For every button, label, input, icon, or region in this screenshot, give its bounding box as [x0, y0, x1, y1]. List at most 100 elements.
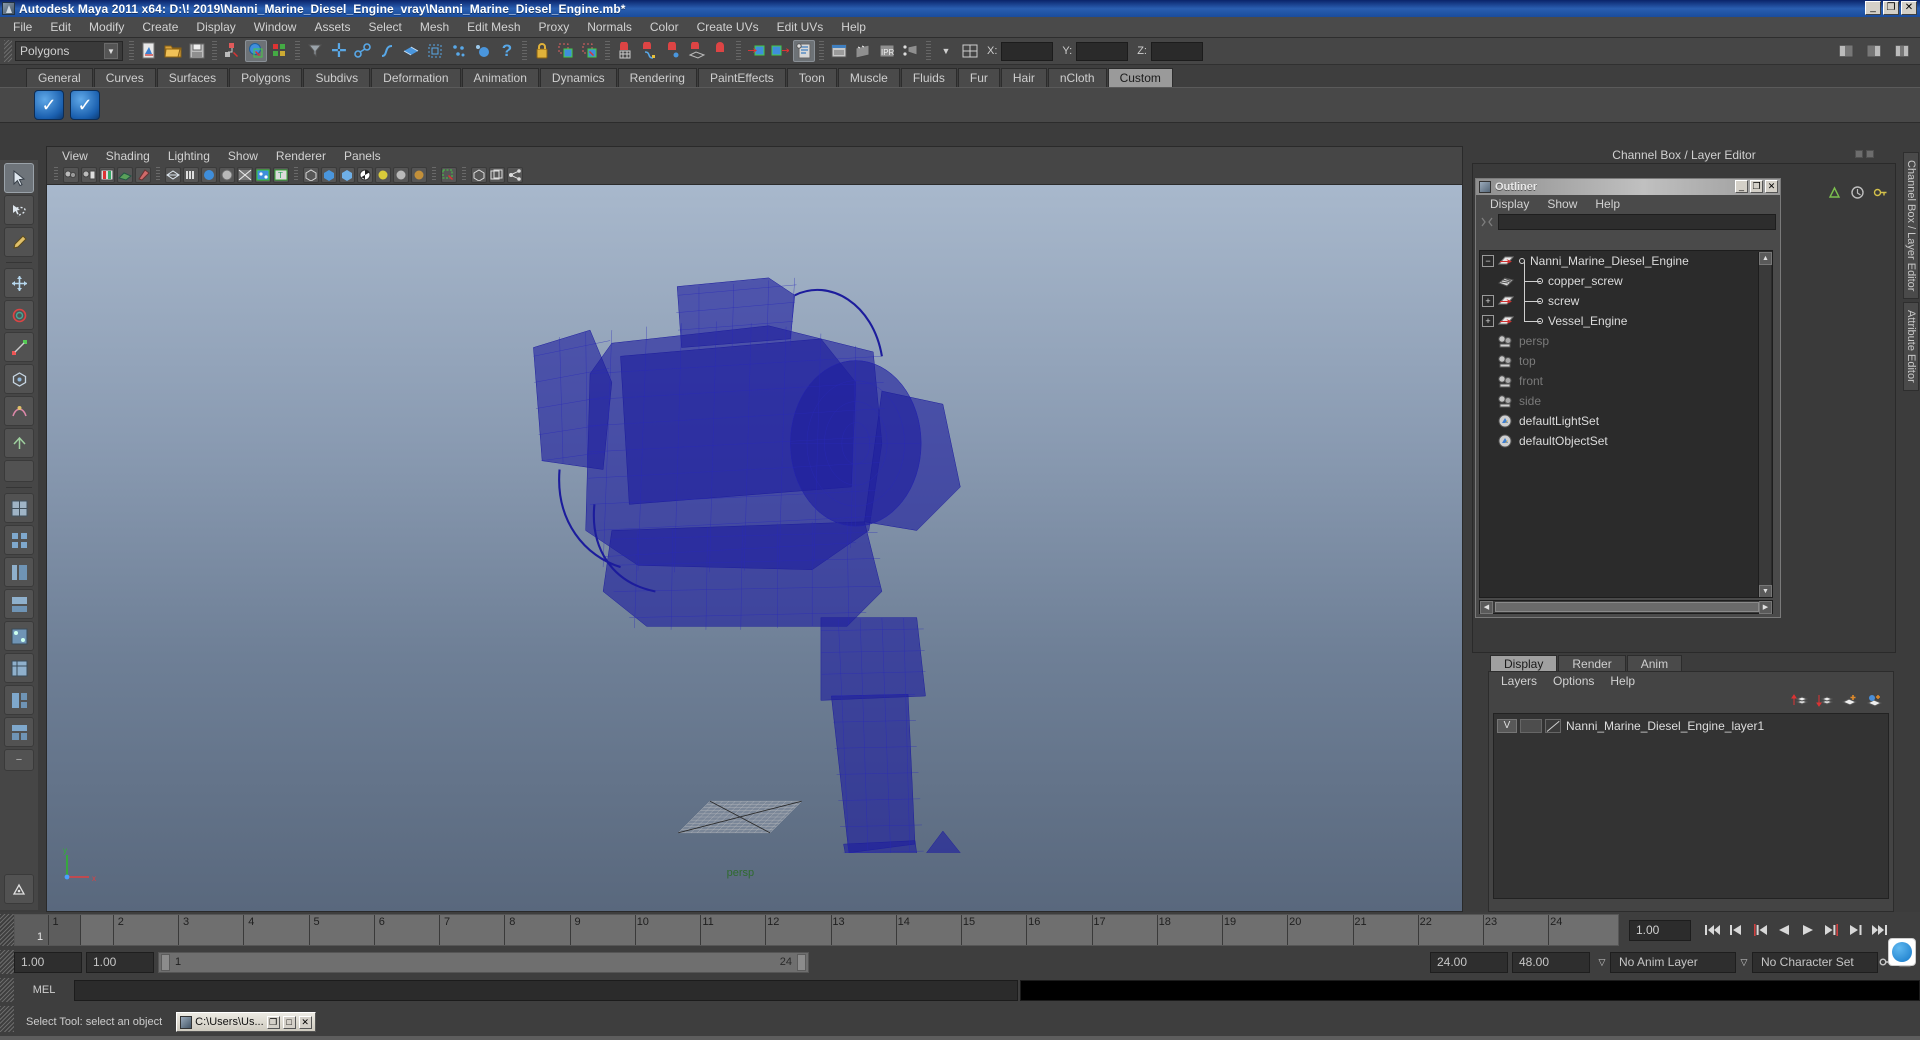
- menu-item-help[interactable]: Help: [832, 18, 875, 36]
- chevron-down-icon[interactable]: ▼: [104, 43, 118, 59]
- menu-item-edit-uvs[interactable]: Edit UVs: [768, 18, 833, 36]
- high-quality-render-icon[interactable]: [357, 166, 373, 183]
- outliner-item-persp[interactable]: persp: [1480, 331, 1758, 351]
- two-d-pan-zoom-icon[interactable]: [117, 166, 133, 183]
- menu-item-edit-mesh[interactable]: Edit Mesh: [458, 18, 529, 36]
- playback-end-field[interactable]: 24.00: [1430, 951, 1508, 973]
- scroll-right-icon[interactable]: ▶: [1759, 600, 1772, 614]
- component-lattice-icon[interactable]: [424, 40, 446, 62]
- snap-to-grid-icon[interactable]: [614, 40, 636, 62]
- layer-list[interactable]: V Nanni_Marine_Diesel_Engine_layer1: [1493, 713, 1889, 899]
- time-slider-grip[interactable]: [0, 914, 14, 946]
- menu-item-select[interactable]: Select: [359, 18, 410, 36]
- menuset-selector[interactable]: Polygons ▼: [15, 41, 123, 61]
- viewport-menu-panels[interactable]: Panels: [335, 149, 390, 163]
- viewport-menu-renderer[interactable]: Renderer: [267, 149, 335, 163]
- lasso-tool-icon[interactable]: [4, 195, 34, 225]
- scroll-down-icon[interactable]: ▼: [1759, 585, 1772, 597]
- select-mask-icon[interactable]: [304, 40, 326, 62]
- component-dynamics-icon[interactable]: [472, 40, 494, 62]
- new-scene-icon[interactable]: [138, 40, 160, 62]
- animation-start-field[interactable]: 1.00: [14, 951, 82, 973]
- show-frame-all-icon[interactable]: [489, 166, 505, 183]
- shelf-tab-ncloth[interactable]: nCloth: [1047, 68, 1107, 87]
- snap-to-point-icon[interactable]: [662, 40, 684, 62]
- select-by-hierarchy-icon[interactable]: [221, 40, 243, 62]
- range-right-handle[interactable]: [797, 953, 806, 971]
- taskbar-close-button[interactable]: ✕: [298, 1015, 312, 1029]
- last-tool-used-icon[interactable]: [4, 460, 34, 482]
- universal-manipulator-icon[interactable]: [4, 364, 34, 394]
- anim-layer-dropdown-icon[interactable]: ▽: [1594, 952, 1610, 972]
- shelf-tab-surfaces[interactable]: Surfaces: [156, 68, 229, 87]
- expand-collapse-icon[interactable]: [1480, 215, 1494, 229]
- shelf-tab-curves[interactable]: Curves: [93, 68, 156, 87]
- viewport-menu-lighting[interactable]: Lighting: [159, 149, 219, 163]
- shelf-tab-animation[interactable]: Animation: [461, 68, 539, 87]
- menu-item-edit[interactable]: Edit: [41, 18, 80, 36]
- highlight-selection-icon[interactable]: [555, 40, 577, 62]
- viewport-canvas[interactable]: persp y x: [47, 185, 1462, 911]
- shelf-tab-hair[interactable]: Hair: [1000, 68, 1047, 87]
- command-language-label[interactable]: MEL: [14, 984, 74, 996]
- shelf-tab-muscle[interactable]: Muscle: [837, 68, 900, 87]
- panel-close-button[interactable]: [1866, 150, 1874, 158]
- close-button[interactable]: ✕: [1901, 1, 1917, 15]
- texture-display-icon[interactable]: [255, 166, 271, 183]
- edge-tab-attribute-editor[interactable]: Attribute Editor: [1903, 302, 1919, 392]
- shelf-check-icon-2[interactable]: ✓: [70, 90, 100, 120]
- play-backwards-icon[interactable]: [1773, 919, 1795, 941]
- snap-to-curve-icon[interactable]: [638, 40, 660, 62]
- select-by-component-type-icon[interactable]: [269, 40, 291, 62]
- scroll-up-icon[interactable]: ▲: [1759, 252, 1772, 265]
- save-scene-icon[interactable]: [186, 40, 208, 62]
- render-current-frame-icon[interactable]: [828, 40, 850, 62]
- outliner-tree[interactable]: − Nanni_Marine_Diesel_Engine copper_screw +…: [1479, 250, 1773, 598]
- animation-end-field[interactable]: 48.00: [1512, 951, 1590, 973]
- input-connections-icon[interactable]: [745, 40, 767, 62]
- share-node-icon[interactable]: [507, 166, 523, 183]
- component-points-icon[interactable]: [352, 40, 374, 62]
- outliner-search-input[interactable]: [1498, 214, 1776, 230]
- step-forward-frame-icon[interactable]: [1821, 919, 1843, 941]
- go-to-start-icon[interactable]: [1701, 919, 1723, 941]
- grease-pencil-icon[interactable]: [135, 166, 151, 183]
- menu-item-create-uvs[interactable]: Create UVs: [688, 18, 768, 36]
- light-yellow-icon[interactable]: [375, 166, 391, 183]
- xray-mode-icon[interactable]: [303, 166, 319, 183]
- show-channel-box-icon[interactable]: [1835, 40, 1857, 62]
- shelf-tab-rendering[interactable]: Rendering: [617, 68, 697, 87]
- z-axis-field[interactable]: [1150, 41, 1203, 61]
- command-input-field[interactable]: [74, 979, 1018, 1001]
- anim-layer-selector[interactable]: No Anim Layer: [1610, 951, 1736, 973]
- go-to-end-icon[interactable]: [1869, 919, 1891, 941]
- outliner-item-side[interactable]: side: [1480, 391, 1758, 411]
- menu-item-file[interactable]: File: [4, 18, 41, 36]
- taskbar-restore-button[interactable]: ❐: [266, 1015, 280, 1029]
- highlight-selection-2-icon[interactable]: [579, 40, 601, 62]
- x-axis-field[interactable]: [1001, 41, 1054, 61]
- range-slider-control[interactable]: 1 24: [158, 951, 809, 973]
- move-tool-icon[interactable]: [4, 268, 34, 298]
- step-back-frame-icon[interactable]: [1749, 919, 1771, 941]
- layer-row[interactable]: V Nanni_Marine_Diesel_Engine_layer1: [1497, 717, 1885, 734]
- component-handle-icon[interactable]: ✛: [328, 40, 350, 62]
- status-bar-grip[interactable]: [0, 1006, 14, 1032]
- paint-select-tool-icon[interactable]: [4, 227, 34, 257]
- camera-attributes-icon[interactable]: [81, 166, 97, 183]
- shaded-cube-2-icon[interactable]: [339, 166, 355, 183]
- select-by-object-type-icon[interactable]: [245, 40, 267, 62]
- field-layout-icon[interactable]: [959, 40, 981, 62]
- toolbar-grip[interactable]: [4, 40, 12, 62]
- shelf-tab-dynamics[interactable]: Dynamics: [539, 68, 617, 87]
- menu-item-assets[interactable]: Assets: [305, 18, 359, 36]
- shelf-tab-deformation[interactable]: Deformation: [371, 68, 461, 87]
- component-help-icon[interactable]: ?: [496, 40, 518, 62]
- outliner-item-vessel_engine[interactable]: + Vessel_Engine: [1480, 311, 1758, 331]
- step-forward-key-icon[interactable]: [1845, 919, 1867, 941]
- snap-to-view-plane-icon[interactable]: [710, 40, 732, 62]
- time-slider-track[interactable]: 1 1 2 3 4 5 6 7 8 9 10 11 12 13 14 15 16 17 18 19 20 21 22 23 2…: [14, 914, 1619, 946]
- outliner-horizontal-scrollbar[interactable]: ◀ ▶: [1479, 600, 1773, 614]
- range-slider-grip[interactable]: [0, 950, 14, 974]
- move-layer-up-icon[interactable]: [1790, 692, 1808, 708]
